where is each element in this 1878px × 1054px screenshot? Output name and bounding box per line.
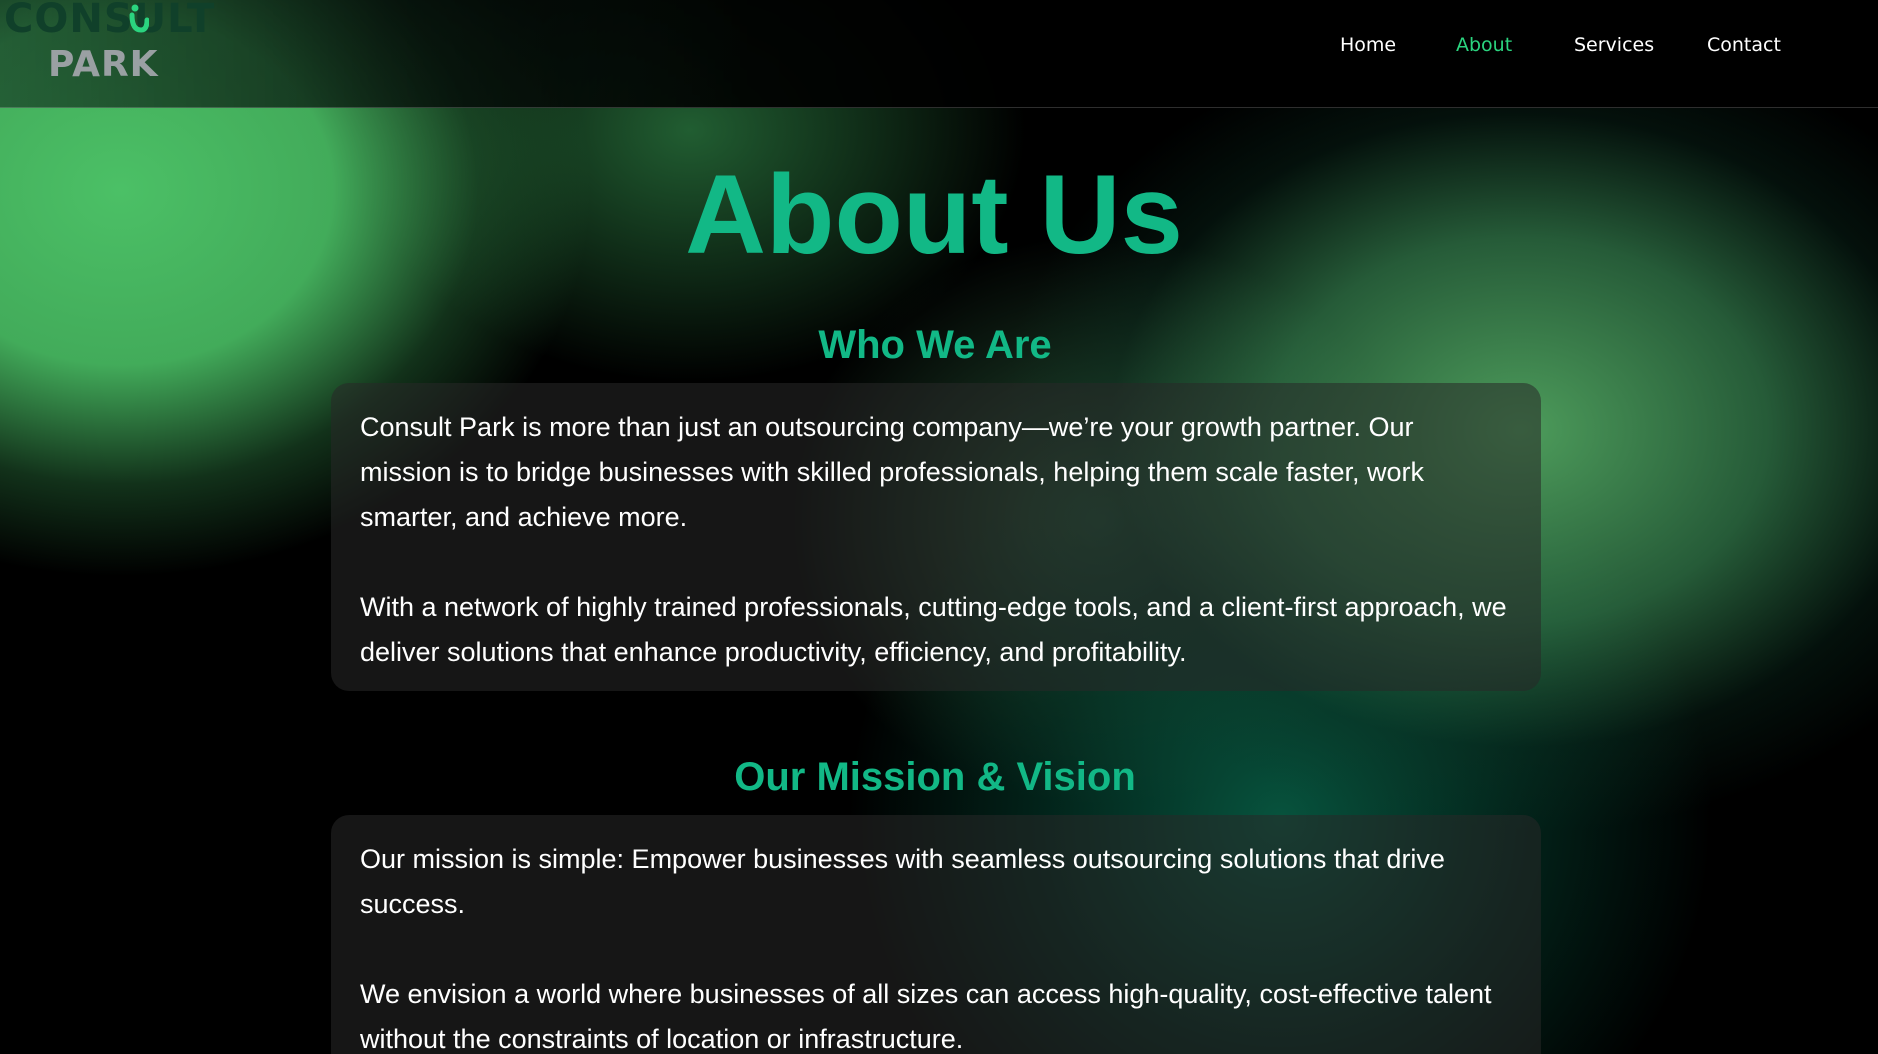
- nav-home[interactable]: Home: [1340, 30, 1396, 60]
- page-title: About Us: [685, 152, 1183, 277]
- who-we-are-card: Consult Park is more than just an outsou…: [331, 383, 1541, 691]
- who-we-are-paragraph-1: Consult Park is more than just an outsou…: [360, 412, 1424, 532]
- logo-text-park: PARK: [48, 44, 159, 85]
- page: CONSULT PARK Home About Services Contact…: [0, 0, 1878, 1054]
- logo-swoosh-icon: [129, 4, 149, 33]
- mission-paragraph-1: Our mission is simple: Empower businesse…: [360, 844, 1445, 919]
- who-we-are-paragraph-2: With a network of highly trained profess…: [360, 592, 1507, 667]
- main-content: About Us Who We Are Consult Park is more…: [0, 107, 1878, 1054]
- nav-about[interactable]: About: [1456, 30, 1512, 60]
- nav-services[interactable]: Services: [1574, 30, 1654, 60]
- section-heading-mission-vision: Our Mission & Vision: [734, 755, 1136, 799]
- logo-text-consult: CONSULT: [4, 0, 216, 42]
- mission-paragraph-2: We envision a world where businesses of …: [360, 979, 1492, 1054]
- logo[interactable]: CONSULT PARK: [2, 0, 216, 100]
- section-heading-who-we-are: Who We Are: [818, 323, 1052, 367]
- nav-contact[interactable]: Contact: [1707, 30, 1781, 60]
- mission-vision-card: Our mission is simple: Empower businesse…: [331, 815, 1541, 1054]
- site-header: CONSULT PARK Home About Services Contact: [0, 0, 1878, 108]
